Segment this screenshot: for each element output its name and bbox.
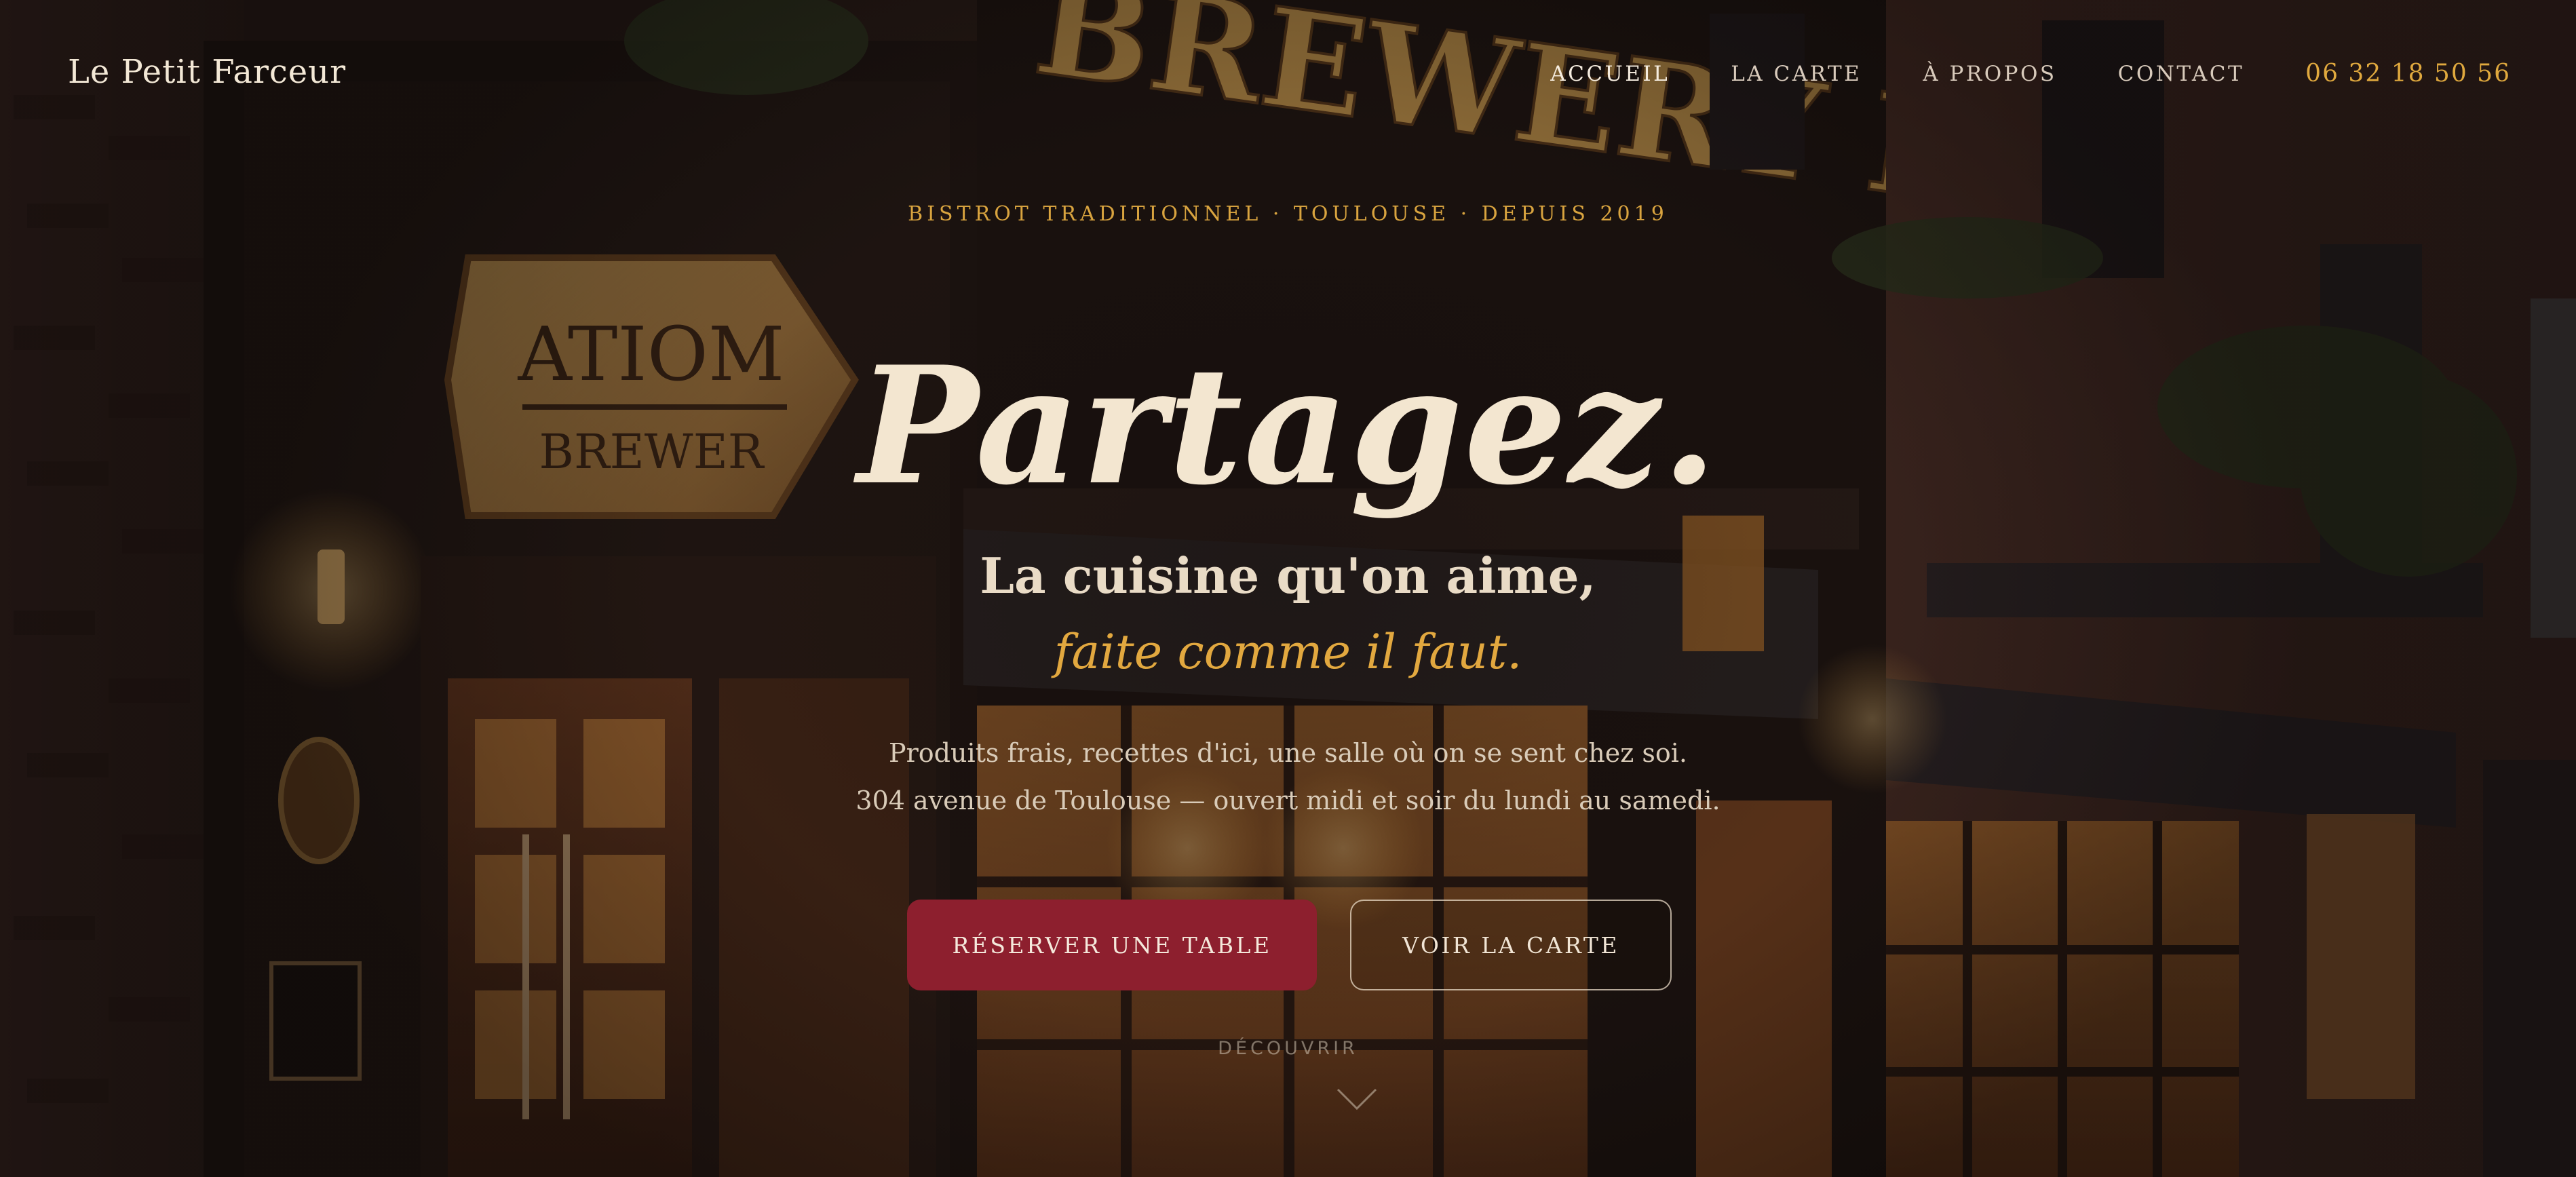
hero-description-line-2: 304 avenue de Toulouse — ouvert midi et … [856,786,1720,815]
chevron-down-icon[interactable] [1335,1085,1379,1113]
scroll-hint-label[interactable]: DÉCOUVRIR [0,1038,2576,1059]
hero-eyebrow: BISTROT TRADITIONNEL · TOULOUSE · DEPUIS… [908,202,1668,226]
hero-subhead: La cuisine qu'on aime, [980,547,1596,604]
view-menu-button[interactable]: VOIR LA CARTE [1350,900,1672,990]
hero-subhead-accent: faite comme il faut. [1054,624,1522,680]
hero-headline: Partagez. [857,332,1719,521]
reserve-table-button[interactable]: RÉSERVER UNE TABLE [907,900,1317,990]
hero-content: BISTROT TRADITIONNEL · TOULOUSE · DEPUIS… [0,0,2576,1177]
hero-description-line-1: Produits frais, recettes d'ici, une sall… [889,738,1687,768]
hero-section: ATIOM BREWER BREWERY Le Petit Farceur AC… [0,0,2576,1177]
